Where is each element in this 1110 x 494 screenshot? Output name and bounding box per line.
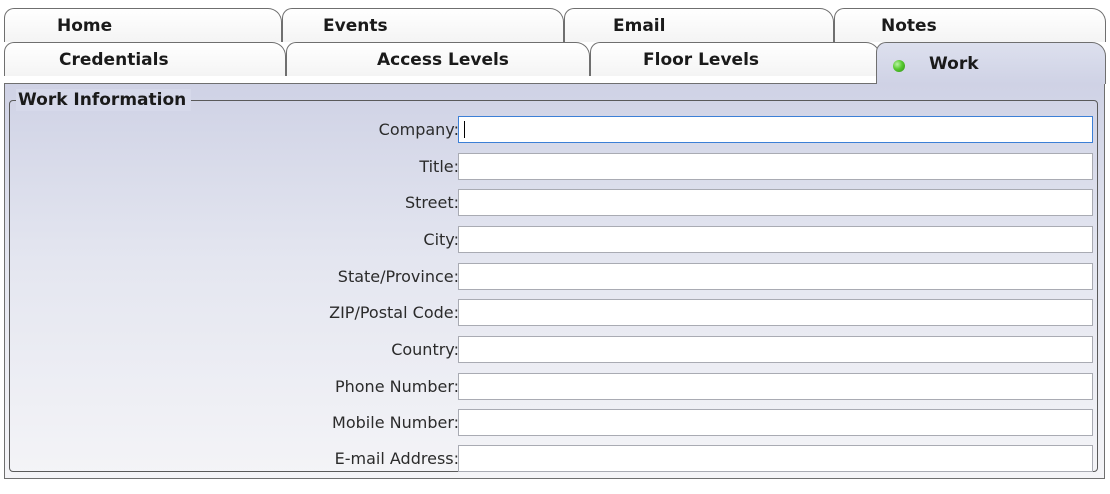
form-row-title: Title: bbox=[10, 153, 1097, 181]
email-address-field[interactable] bbox=[458, 445, 1093, 472]
form-row-mobile: Mobile Number: bbox=[10, 409, 1097, 437]
tab-floor-levels-label: Floor Levels bbox=[643, 50, 760, 70]
phone-number-field[interactable] bbox=[458, 373, 1093, 400]
tab-events-label: Events bbox=[323, 16, 388, 36]
work-tab-panel: Work Information Company: Title: Street:… bbox=[4, 83, 1105, 479]
street-label: Street: bbox=[404, 193, 459, 212]
title-field[interactable] bbox=[458, 153, 1093, 180]
tab-notes[interactable]: Notes bbox=[834, 8, 1106, 42]
tab-floor-levels[interactable]: Floor Levels bbox=[590, 42, 880, 76]
text-caret bbox=[464, 121, 465, 138]
form-row-zip: ZIP/Postal Code: bbox=[10, 299, 1097, 327]
mobile-number-field[interactable] bbox=[458, 409, 1093, 436]
tab-credentials[interactable]: Credentials bbox=[4, 42, 286, 76]
form-row-state: State/Province: bbox=[10, 263, 1097, 291]
city-label: City: bbox=[423, 230, 459, 249]
tab-row-bottom: Credentials Access Levels Floor Levels W… bbox=[4, 42, 1106, 84]
group-title: Work Information bbox=[16, 89, 192, 111]
tab-events[interactable]: Events bbox=[282, 8, 564, 42]
tab-work[interactable]: Work bbox=[876, 42, 1106, 84]
zip-postal-code-field[interactable] bbox=[458, 299, 1093, 326]
company-field[interactable] bbox=[458, 116, 1093, 143]
state-province-label: State/Province: bbox=[337, 267, 459, 286]
zip-postal-code-label: ZIP/Postal Code: bbox=[329, 303, 459, 322]
tab-notes-label: Notes bbox=[881, 16, 937, 36]
mobile-number-label: Mobile Number: bbox=[332, 413, 459, 432]
company-label: Company: bbox=[378, 120, 459, 139]
phone-number-label: Phone Number: bbox=[334, 377, 459, 396]
title-label: Title: bbox=[419, 157, 459, 176]
tab-home-label: Home bbox=[57, 16, 113, 36]
tab-email-label: Email bbox=[613, 16, 666, 36]
country-field[interactable] bbox=[458, 336, 1093, 363]
email-address-label: E-mail Address: bbox=[334, 449, 459, 468]
form-row-email: E-mail Address: bbox=[10, 445, 1097, 473]
city-field[interactable] bbox=[458, 226, 1093, 253]
tab-access-levels[interactable]: Access Levels bbox=[286, 42, 590, 76]
state-province-field[interactable] bbox=[458, 263, 1093, 290]
work-information-group: Work Information Company: Title: Street:… bbox=[9, 89, 1098, 473]
form-row-city: City: bbox=[10, 226, 1097, 254]
form-row-country: Country: bbox=[10, 336, 1097, 364]
tab-access-levels-label: Access Levels bbox=[377, 50, 509, 70]
tab-email[interactable]: Email bbox=[564, 8, 834, 42]
street-field[interactable] bbox=[458, 189, 1093, 216]
tab-work-label: Work bbox=[929, 54, 979, 74]
tab-row-top: Home Events Email Notes bbox=[4, 8, 1106, 42]
tab-home[interactable]: Home bbox=[4, 8, 282, 42]
form-row-street: Street: bbox=[10, 189, 1097, 217]
country-label: Country: bbox=[391, 340, 459, 359]
tab-credentials-label: Credentials bbox=[59, 50, 169, 70]
green-dot-icon bbox=[893, 60, 905, 72]
form-row-company: Company: bbox=[10, 116, 1097, 144]
company-field-wrap bbox=[458, 116, 1093, 143]
form-row-phone: Phone Number: bbox=[10, 373, 1097, 401]
